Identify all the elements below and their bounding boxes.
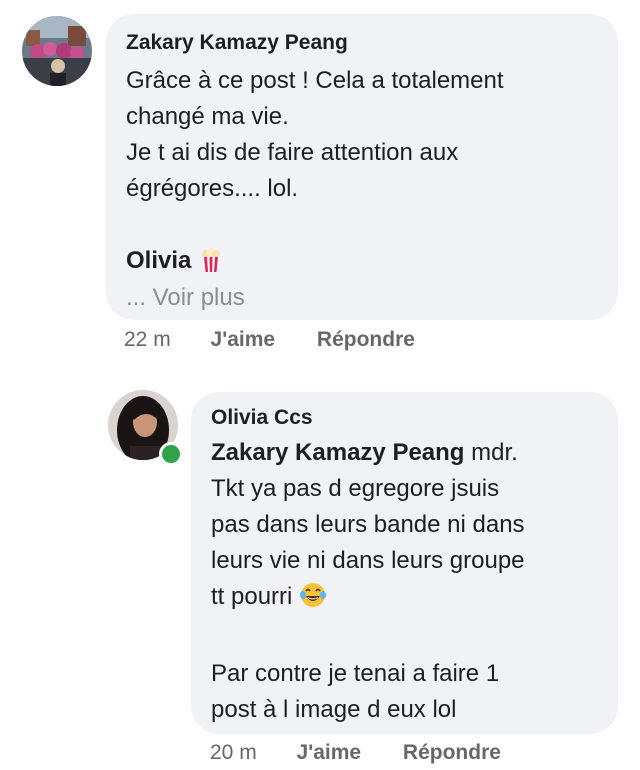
comment-line: pas dans leurs bande ni dans: [211, 511, 525, 538]
comment-zakary: Zakary Kamazy Peang Grâce à ce post ! Ce…: [0, 0, 640, 370]
comment-text: Grâce à ce post ! Cela a totalement chan…: [126, 63, 596, 284]
paragraph-break: [211, 620, 598, 656]
paragraph-break: [126, 207, 596, 243]
avatar-zakary[interactable]: [22, 16, 92, 86]
comment-olivia: Olivia Ccs Zakary Kamazy Peang mdr. Tkt …: [0, 370, 640, 770]
comment-timestamp[interactable]: 22 m: [124, 327, 171, 353]
comment-text-fragment: mdr.: [464, 439, 518, 466]
comment-line: post à l image d eux lol: [211, 696, 457, 723]
comment-text: Zakary Kamazy Peang mdr. Tkt ya pas d eg…: [211, 435, 598, 728]
reply-button[interactable]: Répondre: [317, 327, 415, 353]
comment-line: Tkt ya pas d egregore jsuis: [211, 475, 500, 502]
comment-author[interactable]: Olivia Ccs: [211, 405, 598, 431]
see-more-link[interactable]: ... Voir plus: [126, 282, 596, 314]
comment-actions: 22 m J'aime Répondre: [124, 327, 415, 353]
comment-line: changé ma vie.: [126, 103, 289, 130]
online-status-badge: [159, 442, 183, 466]
popcorn-icon: [198, 247, 224, 284]
comment-line: tt pourri: [211, 579, 598, 620]
laughing-tears-icon: [299, 581, 327, 620]
comment-line: Par contre je tenai a faire 1: [211, 660, 500, 687]
like-button[interactable]: J'aime: [211, 327, 276, 353]
comment-author[interactable]: Zakary Kamazy Peang: [126, 30, 596, 56]
tagged-user[interactable]: Olivia: [126, 247, 191, 274]
comment-line: Zakary Kamazy Peang mdr.: [211, 435, 598, 471]
like-button[interactable]: J'aime: [297, 740, 362, 766]
comment-timestamp[interactable]: 20 m: [210, 740, 257, 766]
tag-line: Olivia: [126, 243, 596, 284]
comment-bubble: Olivia Ccs Zakary Kamazy Peang mdr. Tkt …: [191, 392, 618, 734]
comment-actions: 20 m J'aime Répondre: [210, 740, 501, 766]
comment-bubble: Zakary Kamazy Peang Grâce à ce post ! Ce…: [106, 14, 618, 320]
mention-link[interactable]: Zakary Kamazy Peang: [211, 439, 464, 466]
comment-line: Je t ai dis de faire attention aux: [126, 139, 459, 166]
comment-line: leurs vie ni dans leurs groupe: [211, 547, 525, 574]
comment-line: égrégores.... lol.: [126, 175, 299, 202]
comment-line: Grâce à ce post ! Cela a totalement: [126, 67, 504, 94]
reply-button[interactable]: Répondre: [403, 740, 501, 766]
comment-text-fragment: tt pourri: [211, 583, 293, 610]
